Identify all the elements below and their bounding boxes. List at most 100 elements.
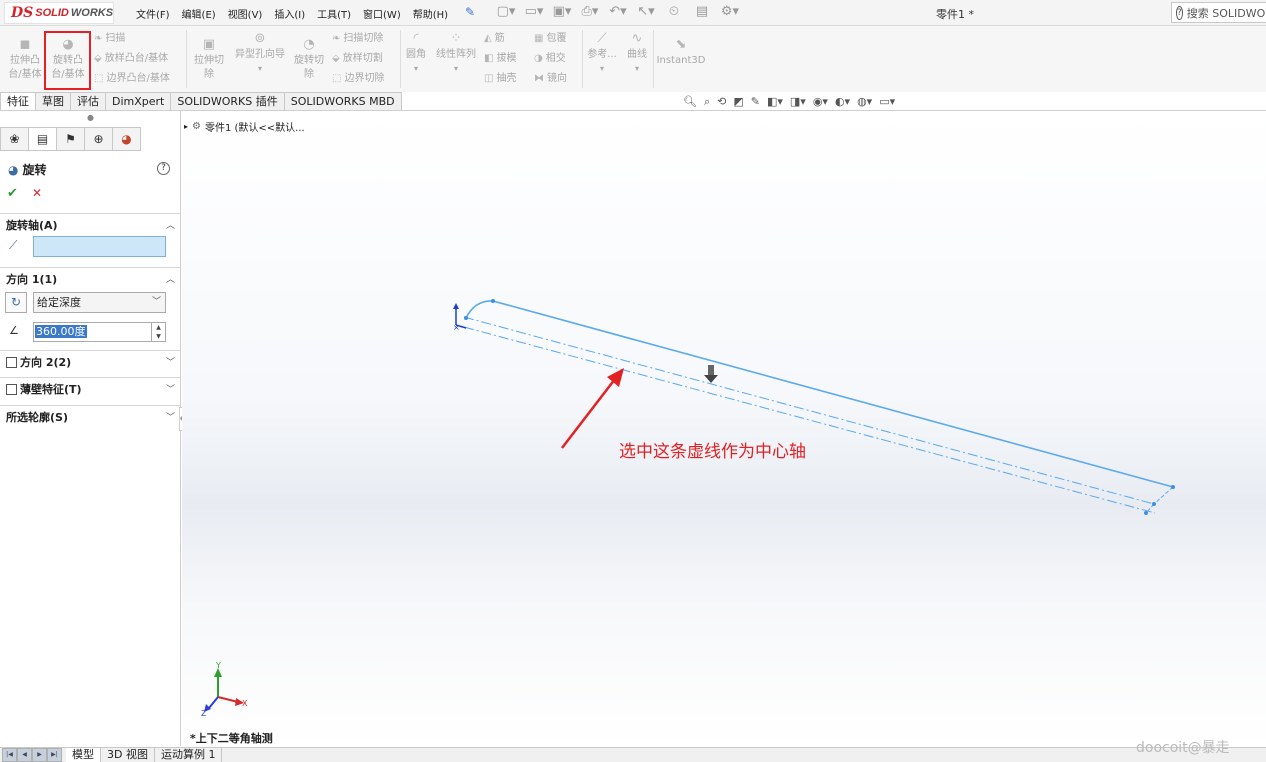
reverse-direction-icon[interactable]: ↻ <box>5 292 27 313</box>
last-tab-icon[interactable]: ▶| <box>47 748 62 762</box>
chevron-down-icon[interactable]: ﹀ <box>166 410 175 423</box>
first-tab-icon[interactable]: |◀ <box>2 748 17 762</box>
extrude-boss-button[interactable]: ◼ 拉伸凸 台/基体 <box>6 38 44 82</box>
menu-edit[interactable]: 编辑(E) <box>176 6 222 21</box>
view-orientation-icon[interactable]: ◧▾ <box>767 95 783 109</box>
angle-spinner[interactable]: ▲ ▼ <box>151 323 165 341</box>
angle-input[interactable]: 360.00度 ▲ ▼ <box>33 322 166 342</box>
display-manager-tab-icon[interactable]: ◕ <box>112 127 141 151</box>
menu-window[interactable]: 窗口(W) <box>357 6 407 21</box>
end-condition-select[interactable]: 给定深度 ﹀ <box>33 292 166 313</box>
tab-solidworks-addins[interactable]: SOLIDWORKS 插件 <box>170 92 285 111</box>
tab-model[interactable]: 模型 <box>66 748 101 762</box>
view-settings-icon[interactable]: ▭▾ <box>879 95 895 109</box>
panel-grip[interactable]: ● <box>0 111 181 127</box>
undo-icon[interactable]: ↶▾ <box>606 4 630 19</box>
linear-pattern-dropdown-icon[interactable]: ▾ <box>432 62 480 76</box>
dynamic-annotation-icon[interactable]: ✎ <box>751 95 760 109</box>
section-view-icon[interactable]: ◩ <box>733 95 743 109</box>
direction1-group-header[interactable]: 方向 1(1) ︿ <box>0 267 181 289</box>
configuration-manager-tab-icon[interactable]: ⚑ <box>56 127 85 151</box>
intersect-button[interactable]: ◑ 相交 <box>534 52 566 66</box>
open-icon[interactable]: ▭▾ <box>522 4 546 19</box>
graphics-area[interactable]: ▸ ⚙ 零件1 (默认<<默认... × Y X Z 选中这条虚线作为中心轴 *… <box>182 111 1266 747</box>
menu-help[interactable]: 帮助(H) <box>407 6 454 21</box>
sketch-construction-line[interactable] <box>463 326 1156 514</box>
lofted-cut-button[interactable]: ⬙ 放样切割 <box>332 52 383 66</box>
options-gear-icon[interactable]: ⚙▾ <box>718 4 742 19</box>
reference-geometry-button[interactable]: ⟋ 参考... ▾ <box>584 32 620 76</box>
reference-dropdown-icon[interactable]: ▾ <box>584 62 620 76</box>
display-style-icon[interactable]: ◨▾ <box>790 95 806 109</box>
chevron-up-icon[interactable]: ︿ <box>166 218 175 231</box>
curves-dropdown-icon[interactable]: ▾ <box>622 62 652 76</box>
tab-motion-study[interactable]: 运动算例 1 <box>155 748 223 762</box>
swept-cut-button[interactable]: ❧ 扫描切除 <box>332 32 383 46</box>
solidworks-logo[interactable]: DS SOLID WORKS <box>4 2 114 24</box>
zoom-to-fit-icon[interactable]: 🔍︎ <box>683 95 697 109</box>
tab-features[interactable]: 特征 <box>0 92 36 111</box>
previous-tab-icon[interactable]: ◀ <box>17 748 32 762</box>
shell-button[interactable]: ◫ 抽壳 <box>484 72 516 86</box>
chevron-up-icon[interactable]: ︿ <box>166 272 175 285</box>
tab-sketch[interactable]: 草图 <box>35 92 71 111</box>
check-icon[interactable]: ✔ <box>7 186 18 201</box>
selected-contours-group-header[interactable]: 所选轮廓(S) ﹀ <box>0 405 181 427</box>
sketch-point[interactable] <box>1152 502 1156 506</box>
menu-tools[interactable]: 工具(T) <box>311 6 357 21</box>
rib-button[interactable]: ◭ 筋 <box>484 32 505 46</box>
chevron-down-icon[interactable]: ﹀ <box>166 355 175 368</box>
sketch-centerline[interactable] <box>463 316 1155 505</box>
sketch-point[interactable] <box>491 299 495 303</box>
zoom-to-area-icon[interactable]: ⌕ <box>704 95 710 109</box>
menu-file[interactable]: 文件(F) <box>130 6 176 21</box>
instant3d-button[interactable]: ⬊ Instant3D <box>656 38 706 68</box>
draft-button[interactable]: ◧ 拔模 <box>484 52 516 66</box>
curves-button[interactable]: ∿ 曲线 ▾ <box>622 32 652 76</box>
tab-evaluate[interactable]: 评估 <box>70 92 106 111</box>
tab-dimxpert[interactable]: DimXpert <box>105 92 172 111</box>
thin-feature-checkbox[interactable] <box>6 384 17 395</box>
select-icon[interactable]: ↖▾ <box>634 4 658 19</box>
tab-3d-view[interactable]: 3D 视图 <box>101 748 155 762</box>
help-icon[interactable]: ? <box>157 162 170 175</box>
fillet-dropdown-icon[interactable]: ▾ <box>402 62 430 76</box>
linear-pattern-button[interactable]: ⁘ 线性阵列 ▾ <box>432 32 480 76</box>
direction2-checkbox[interactable] <box>6 357 17 368</box>
extrude-cut-button[interactable]: ▣ 拉伸切 除 <box>190 38 228 82</box>
help-search-box[interactable]: ? 搜索 SOLIDWORKS 帮助 <box>1171 2 1266 23</box>
menu-insert[interactable]: 插入(I) <box>268 6 311 21</box>
axis-group-header[interactable]: 旋转轴(A) ︿ <box>0 213 181 235</box>
print-icon[interactable]: ⎙▾ <box>578 4 602 19</box>
property-manager-tab-icon[interactable]: ▤ <box>28 127 57 151</box>
next-tab-icon[interactable]: ▶ <box>32 748 47 762</box>
hide-show-items-icon[interactable]: ◉▾ <box>813 95 828 109</box>
pin-icon[interactable]: ✎ <box>465 5 475 19</box>
sketch-end-connector[interactable] <box>1153 486 1174 505</box>
close-icon[interactable]: ✕ <box>32 186 42 200</box>
loft-boss-button[interactable]: ⬙ 放样凸台/基体 <box>94 52 168 66</box>
apply-scene-icon[interactable]: ◍▾ <box>857 95 872 109</box>
sketch-point[interactable] <box>1144 511 1148 515</box>
thin-feature-group-header[interactable]: 薄壁特征(T) ﹀ <box>0 377 181 399</box>
sketch-profile-line[interactable] <box>465 300 1174 488</box>
revolve-cut-button[interactable]: ◔ 旋转切 除 <box>290 38 328 82</box>
direction2-group-header[interactable]: 方向 2(2) ﹀ <box>0 350 181 372</box>
sketch-point[interactable] <box>464 316 468 320</box>
dimxpert-tab-icon[interactable]: ⊕ <box>84 127 113 151</box>
sweep-button[interactable]: ❧ 扫描 <box>94 32 125 46</box>
file-properties-icon[interactable]: ▤ <box>690 4 714 19</box>
hole-wizard-dropdown-icon[interactable]: ▾ <box>230 62 290 76</box>
feature-tree-tab-icon[interactable]: ❀ <box>0 127 29 151</box>
wrap-button[interactable]: ▦ 包覆 <box>534 32 566 46</box>
chevron-down-icon[interactable]: ﹀ <box>166 382 175 395</box>
fillet-button[interactable]: ◜ 圆角 ▾ <box>402 32 430 76</box>
boundary-cut-button[interactable]: ⬚ 边界切除 <box>332 72 384 86</box>
tab-solidworks-mbd[interactable]: SOLIDWORKS MBD <box>283 92 402 111</box>
edit-appearance-icon[interactable]: ◐▾ <box>835 95 850 109</box>
previous-view-icon[interactable]: ⟲ <box>717 95 726 109</box>
save-icon[interactable]: ▣▾ <box>550 4 574 19</box>
help-icon[interactable]: ? <box>1176 5 1183 20</box>
boundary-boss-button[interactable]: ⬚ 边界凸台/基体 <box>94 72 170 86</box>
axis-selection-box[interactable] <box>33 236 166 257</box>
